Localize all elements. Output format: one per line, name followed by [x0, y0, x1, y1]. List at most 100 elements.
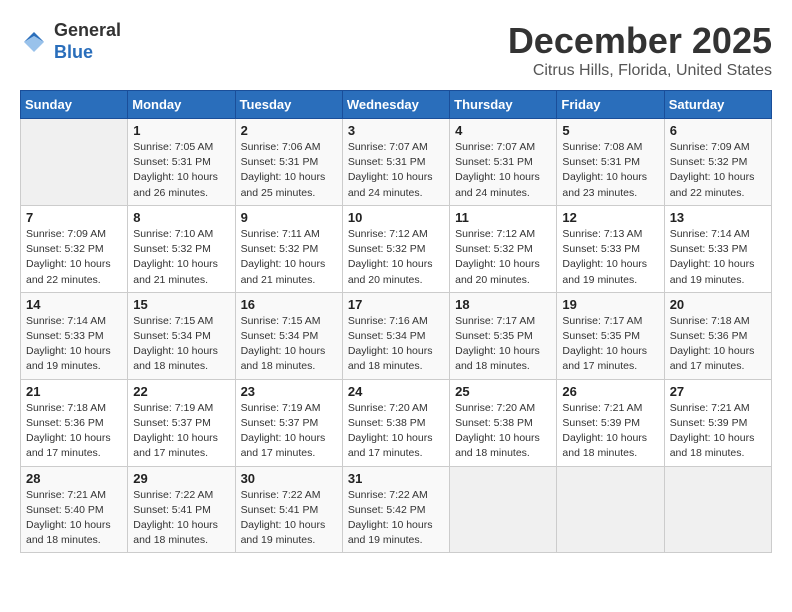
day-info: Sunrise: 7:21 AMSunset: 5:39 PMDaylight:…	[670, 401, 766, 462]
day-number: 10	[348, 210, 444, 225]
day-info: Sunrise: 7:05 AMSunset: 5:31 PMDaylight:…	[133, 140, 229, 201]
header-saturday: Saturday	[664, 91, 771, 119]
title-block: December 2025 Citrus Hills, Florida, Uni…	[508, 20, 772, 80]
day-number: 21	[26, 384, 122, 399]
calendar-cell: 1 Sunrise: 7:05 AMSunset: 5:31 PMDaylight…	[128, 119, 235, 206]
calendar-cell: 4 Sunrise: 7:07 AMSunset: 5:31 PMDaylight…	[450, 119, 557, 206]
day-number: 13	[670, 210, 766, 225]
day-number: 4	[455, 123, 551, 138]
day-info: Sunrise: 7:14 AMSunset: 5:33 PMDaylight:…	[670, 227, 766, 288]
calendar-week-2: 7Sunrise: 7:09 AMSunset: 5:32 PMDaylight…	[21, 205, 772, 292]
calendar-week-3: 14Sunrise: 7:14 AMSunset: 5:33 PMDayligh…	[21, 292, 772, 379]
header-wednesday: Wednesday	[342, 91, 449, 119]
logo-blue: Blue	[54, 42, 93, 62]
day-number: 6	[670, 123, 766, 138]
calendar-cell: 10Sunrise: 7:12 AMSunset: 5:32 PMDayligh…	[342, 205, 449, 292]
day-info: Sunrise: 7:17 AMSunset: 5:35 PMDaylight:…	[455, 314, 551, 375]
calendar-cell: 16 Sunrise: 7:15 AMSunset: 5:34 PMDayligh…	[235, 292, 342, 379]
day-number: 24	[348, 384, 444, 399]
calendar-week-5: 28 Sunrise: 7:21 AMSunset: 5:40 PMDayligh…	[21, 466, 772, 553]
calendar-cell: 23 Sunrise: 7:19 AMSunset: 5:37 PMDayligh…	[235, 379, 342, 466]
day-info: Sunrise: 7:22 AMSunset: 5:42 PMDaylight:…	[348, 488, 444, 549]
day-number: 29	[133, 471, 229, 486]
calendar-cell: 15 Sunrise: 7:15 AMSunset: 5:34 PMDayligh…	[128, 292, 235, 379]
calendar-cell: 29 Sunrise: 7:22 AMSunset: 5:41 PMDayligh…	[128, 466, 235, 553]
day-number: 1	[133, 123, 229, 138]
header-thursday: Thursday	[450, 91, 557, 119]
day-number: 17	[348, 297, 444, 312]
day-number: 27	[670, 384, 766, 399]
calendar-cell: 19 Sunrise: 7:17 AMSunset: 5:35 PMDayligh…	[557, 292, 664, 379]
day-info: Sunrise: 7:10 AMSunset: 5:32 PMDaylight:…	[133, 227, 229, 288]
day-info: Sunrise: 7:15 AMSunset: 5:34 PMDaylight:…	[241, 314, 337, 375]
day-info: Sunrise: 7:18 AMSunset: 5:36 PMDaylight:…	[26, 401, 122, 462]
calendar-cell: 6 Sunrise: 7:09 AMSunset: 5:32 PMDaylight…	[664, 119, 771, 206]
calendar-cell	[450, 466, 557, 553]
day-info: Sunrise: 7:15 AMSunset: 5:34 PMDaylight:…	[133, 314, 229, 375]
day-number: 5	[562, 123, 658, 138]
calendar-cell: 26 Sunrise: 7:21 AMSunset: 5:39 PMDayligh…	[557, 379, 664, 466]
calendar-cell: 22 Sunrise: 7:19 AMSunset: 5:37 PMDayligh…	[128, 379, 235, 466]
day-number: 26	[562, 384, 658, 399]
day-number: 20	[670, 297, 766, 312]
calendar-table: SundayMondayTuesdayWednesdayThursdayFrid…	[20, 90, 772, 553]
day-number: 28	[26, 471, 122, 486]
calendar-cell: 8 Sunrise: 7:10 AMSunset: 5:32 PMDaylight…	[128, 205, 235, 292]
day-info: Sunrise: 7:20 AMSunset: 5:38 PMDaylight:…	[348, 401, 444, 462]
day-info: Sunrise: 7:16 AMSunset: 5:34 PMDaylight:…	[348, 314, 444, 375]
calendar-cell: 3 Sunrise: 7:07 AMSunset: 5:31 PMDaylight…	[342, 119, 449, 206]
calendar-cell: 28 Sunrise: 7:21 AMSunset: 5:40 PMDayligh…	[21, 466, 128, 553]
day-info: Sunrise: 7:17 AMSunset: 5:35 PMDaylight:…	[562, 314, 658, 375]
day-number: 15	[133, 297, 229, 312]
month-title: December 2025	[508, 20, 772, 62]
day-number: 11	[455, 210, 551, 225]
day-info: Sunrise: 7:20 AMSunset: 5:38 PMDaylight:…	[455, 401, 551, 462]
calendar-cell: 14Sunrise: 7:14 AMSunset: 5:33 PMDayligh…	[21, 292, 128, 379]
day-info: Sunrise: 7:22 AMSunset: 5:41 PMDaylight:…	[241, 488, 337, 549]
day-number: 23	[241, 384, 337, 399]
calendar-cell: 7Sunrise: 7:09 AMSunset: 5:32 PMDaylight…	[21, 205, 128, 292]
day-number: 19	[562, 297, 658, 312]
day-info: Sunrise: 7:09 AMSunset: 5:32 PMDaylight:…	[26, 227, 122, 288]
day-info: Sunrise: 7:22 AMSunset: 5:41 PMDaylight:…	[133, 488, 229, 549]
calendar-cell: 11 Sunrise: 7:12 AMSunset: 5:32 PMDayligh…	[450, 205, 557, 292]
header-monday: Monday	[128, 91, 235, 119]
day-info: Sunrise: 7:12 AMSunset: 5:32 PMDaylight:…	[455, 227, 551, 288]
day-number: 22	[133, 384, 229, 399]
header-sunday: Sunday	[21, 91, 128, 119]
calendar-cell: 20 Sunrise: 7:18 AMSunset: 5:36 PMDayligh…	[664, 292, 771, 379]
day-info: Sunrise: 7:21 AMSunset: 5:39 PMDaylight:…	[562, 401, 658, 462]
day-number: 18	[455, 297, 551, 312]
day-info: Sunrise: 7:09 AMSunset: 5:32 PMDaylight:…	[670, 140, 766, 201]
day-info: Sunrise: 7:18 AMSunset: 5:36 PMDaylight:…	[670, 314, 766, 375]
day-number: 31	[348, 471, 444, 486]
calendar-cell: 21 Sunrise: 7:18 AMSunset: 5:36 PMDayligh…	[21, 379, 128, 466]
header-tuesday: Tuesday	[235, 91, 342, 119]
day-info: Sunrise: 7:07 AMSunset: 5:31 PMDaylight:…	[348, 140, 444, 201]
day-info: Sunrise: 7:08 AMSunset: 5:31 PMDaylight:…	[562, 140, 658, 201]
calendar-cell: 31 Sunrise: 7:22 AMSunset: 5:42 PMDayligh…	[342, 466, 449, 553]
day-number: 12	[562, 210, 658, 225]
page-header: General Blue December 2025 Citrus Hills,…	[20, 20, 772, 80]
calendar-cell	[664, 466, 771, 553]
calendar-cell: 2 Sunrise: 7:06 AMSunset: 5:31 PMDaylight…	[235, 119, 342, 206]
day-info: Sunrise: 7:07 AMSunset: 5:31 PMDaylight:…	[455, 140, 551, 201]
day-number: 2	[241, 123, 337, 138]
calendar-cell: 24 Sunrise: 7:20 AMSunset: 5:38 PMDayligh…	[342, 379, 449, 466]
calendar-cell: 9 Sunrise: 7:11 AMSunset: 5:32 PMDaylight…	[235, 205, 342, 292]
calendar-week-1: 1 Sunrise: 7:05 AMSunset: 5:31 PMDaylight…	[21, 119, 772, 206]
calendar-cell: 30Sunrise: 7:22 AMSunset: 5:41 PMDayligh…	[235, 466, 342, 553]
day-number: 16	[241, 297, 337, 312]
day-info: Sunrise: 7:19 AMSunset: 5:37 PMDaylight:…	[133, 401, 229, 462]
header-friday: Friday	[557, 91, 664, 119]
day-info: Sunrise: 7:06 AMSunset: 5:31 PMDaylight:…	[241, 140, 337, 201]
day-number: 8	[133, 210, 229, 225]
day-info: Sunrise: 7:11 AMSunset: 5:32 PMDaylight:…	[241, 227, 337, 288]
day-number: 14	[26, 297, 122, 312]
day-number: 9	[241, 210, 337, 225]
logo-icon	[20, 28, 48, 56]
day-number: 3	[348, 123, 444, 138]
calendar-cell	[557, 466, 664, 553]
day-info: Sunrise: 7:19 AMSunset: 5:37 PMDaylight:…	[241, 401, 337, 462]
day-info: Sunrise: 7:21 AMSunset: 5:40 PMDaylight:…	[26, 488, 122, 549]
